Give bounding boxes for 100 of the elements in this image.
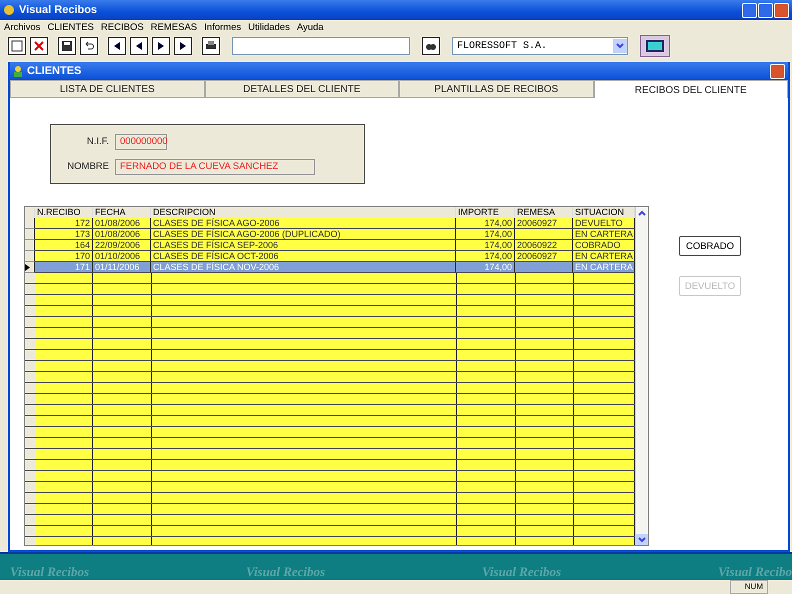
binoculars-icon: [426, 41, 436, 51]
next-record-icon[interactable]: [152, 37, 170, 55]
column-header[interactable]: SITUACION: [573, 207, 635, 218]
table-cell: 20060927: [515, 251, 573, 262]
app-icon: [3, 4, 15, 16]
table-cell: CLASES DE FÍSICA NOV-2006: [151, 262, 456, 273]
previous-record-icon[interactable]: [130, 37, 148, 55]
watermark-text: Visual Recibo: [718, 564, 792, 580]
calculator-icon: [646, 40, 664, 52]
header-corner: [25, 207, 35, 218]
num-lock-indicator: NUM: [730, 580, 768, 594]
cross-icon: [34, 41, 44, 51]
find-icon[interactable]: [422, 37, 440, 55]
watermark-text: Visual Recibos: [246, 564, 326, 580]
column-header[interactable]: IMPORTE: [456, 207, 515, 218]
table-cell: 174,00: [456, 229, 515, 240]
tab[interactable]: PLANTILLAS DE RECIBOS: [399, 80, 594, 98]
table-cell: 01/11/2006: [93, 262, 151, 273]
table-cell: CLASES DE FÍSICA OCT-2006: [151, 251, 456, 262]
row-pointer-icon: [25, 264, 30, 270]
chevron-down-icon: [638, 536, 646, 542]
table-cell: 174,00: [456, 251, 515, 262]
table-cell: DEVUELTO: [573, 218, 635, 229]
row-header[interactable]: [25, 262, 35, 273]
table-cell: 20060922: [515, 240, 573, 251]
calculator-button[interactable]: [640, 35, 670, 57]
triangle-icon: [135, 42, 143, 50]
last-record-icon[interactable]: [174, 37, 192, 55]
table-cell: CLASES DE FÍSICA AGO-2006 (DUPLICADO): [151, 229, 456, 240]
search-field[interactable]: [232, 37, 410, 55]
nif-label: N.I.F.: [86, 136, 109, 147]
triangle-icon: [179, 42, 187, 50]
table-cell: 174,00: [456, 240, 515, 251]
chevron-up-icon: [638, 210, 646, 216]
table-cell: CLASES DE FÍSICA SEP-2006: [151, 240, 456, 251]
minimize-button[interactable]: [742, 2, 757, 18]
menu-item[interactable]: Utilidades: [248, 22, 290, 32]
menu-item[interactable]: RECIBOS: [100, 22, 144, 32]
table-cell: 164: [35, 240, 93, 251]
menu-item[interactable]: Ayuda: [296, 22, 324, 32]
company-dropdown[interactable]: FLORESSOFT S.A.: [452, 37, 628, 55]
nif-field[interactable]: 000000000: [115, 134, 167, 150]
table-cell: 22/09/2006: [93, 240, 151, 251]
scrollbar[interactable]: [635, 207, 648, 545]
close-button[interactable]: [774, 2, 789, 18]
window-title: Visual Recibos: [19, 4, 98, 16]
row-header[interactable]: [25, 229, 35, 240]
undo-icon[interactable]: [80, 37, 98, 55]
print-icon[interactable]: [202, 37, 220, 55]
menu-item[interactable]: Informes: [204, 22, 242, 32]
chevron-down-icon: [616, 43, 624, 49]
close-button[interactable]: [770, 64, 785, 78]
triangle-icon: [113, 42, 121, 50]
table-cell: EN CARTERA: [573, 229, 635, 240]
table-cell: 174,00: [456, 218, 515, 229]
floppy-icon: [62, 41, 72, 51]
maximize-button[interactable]: [758, 2, 773, 18]
action-button[interactable]: COBRADO: [679, 236, 741, 256]
save-icon[interactable]: [58, 37, 76, 55]
menu-item[interactable]: REMESAS: [150, 22, 198, 32]
column-header[interactable]: DESCRIPCION: [151, 207, 456, 218]
triangle-icon: [157, 42, 165, 50]
printer-icon: [206, 41, 216, 51]
column-header[interactable]: FECHA: [93, 207, 151, 218]
page-icon[interactable]: [11, 40, 23, 52]
tab[interactable]: RECIBOS DEL CLIENTE: [594, 80, 788, 99]
table-cell: CLASES DE FÍSICA AGO-2006: [151, 218, 456, 229]
tab[interactable]: LISTA DE CLIENTES: [10, 80, 204, 98]
table-cell: EN CARTERA: [573, 262, 635, 273]
watermark-text: Visual Recibos: [482, 564, 562, 580]
tab[interactable]: DETALLES DEL CLIENTE: [204, 80, 399, 98]
child-window-title: CLIENTES: [27, 65, 82, 77]
table-cell: 171: [35, 262, 93, 273]
table-cell: 01/08/2006: [93, 229, 151, 240]
table-cell: 01/08/2006: [93, 218, 151, 229]
name-label: NOMBRE: [66, 161, 109, 172]
table-cell: 170: [35, 251, 93, 262]
curved-arrow-icon: [84, 41, 94, 51]
table-cell: 172: [35, 218, 93, 229]
column-header[interactable]: N.RECIBO: [35, 207, 93, 218]
column-header[interactable]: REMESA: [515, 207, 573, 218]
person-icon: [13, 65, 23, 77]
row-header[interactable]: [25, 251, 35, 262]
first-record-icon[interactable]: [108, 37, 126, 55]
table-cell: [515, 229, 573, 240]
table-cell: EN CARTERA: [573, 251, 635, 262]
menu-item[interactable]: Archivos: [4, 22, 40, 32]
row-header[interactable]: [25, 240, 35, 251]
row-header[interactable]: [25, 218, 35, 229]
table-cell: 01/10/2006: [93, 251, 151, 262]
table-cell: 174,00: [456, 262, 515, 273]
name-field[interactable]: FERNADO DE LA CUEVA SANCHEZ: [115, 158, 315, 174]
watermark-text: Visual Recibos: [10, 564, 90, 580]
menu-item[interactable]: CLIENTES: [47, 22, 94, 32]
table-cell: 20060927: [515, 218, 573, 229]
table-cell: [515, 262, 573, 273]
delete-document-icon[interactable]: [30, 37, 48, 55]
new-document-icon[interactable]: [8, 37, 26, 55]
table-cell: 173: [35, 229, 93, 240]
table-cell: COBRADO: [573, 240, 635, 251]
